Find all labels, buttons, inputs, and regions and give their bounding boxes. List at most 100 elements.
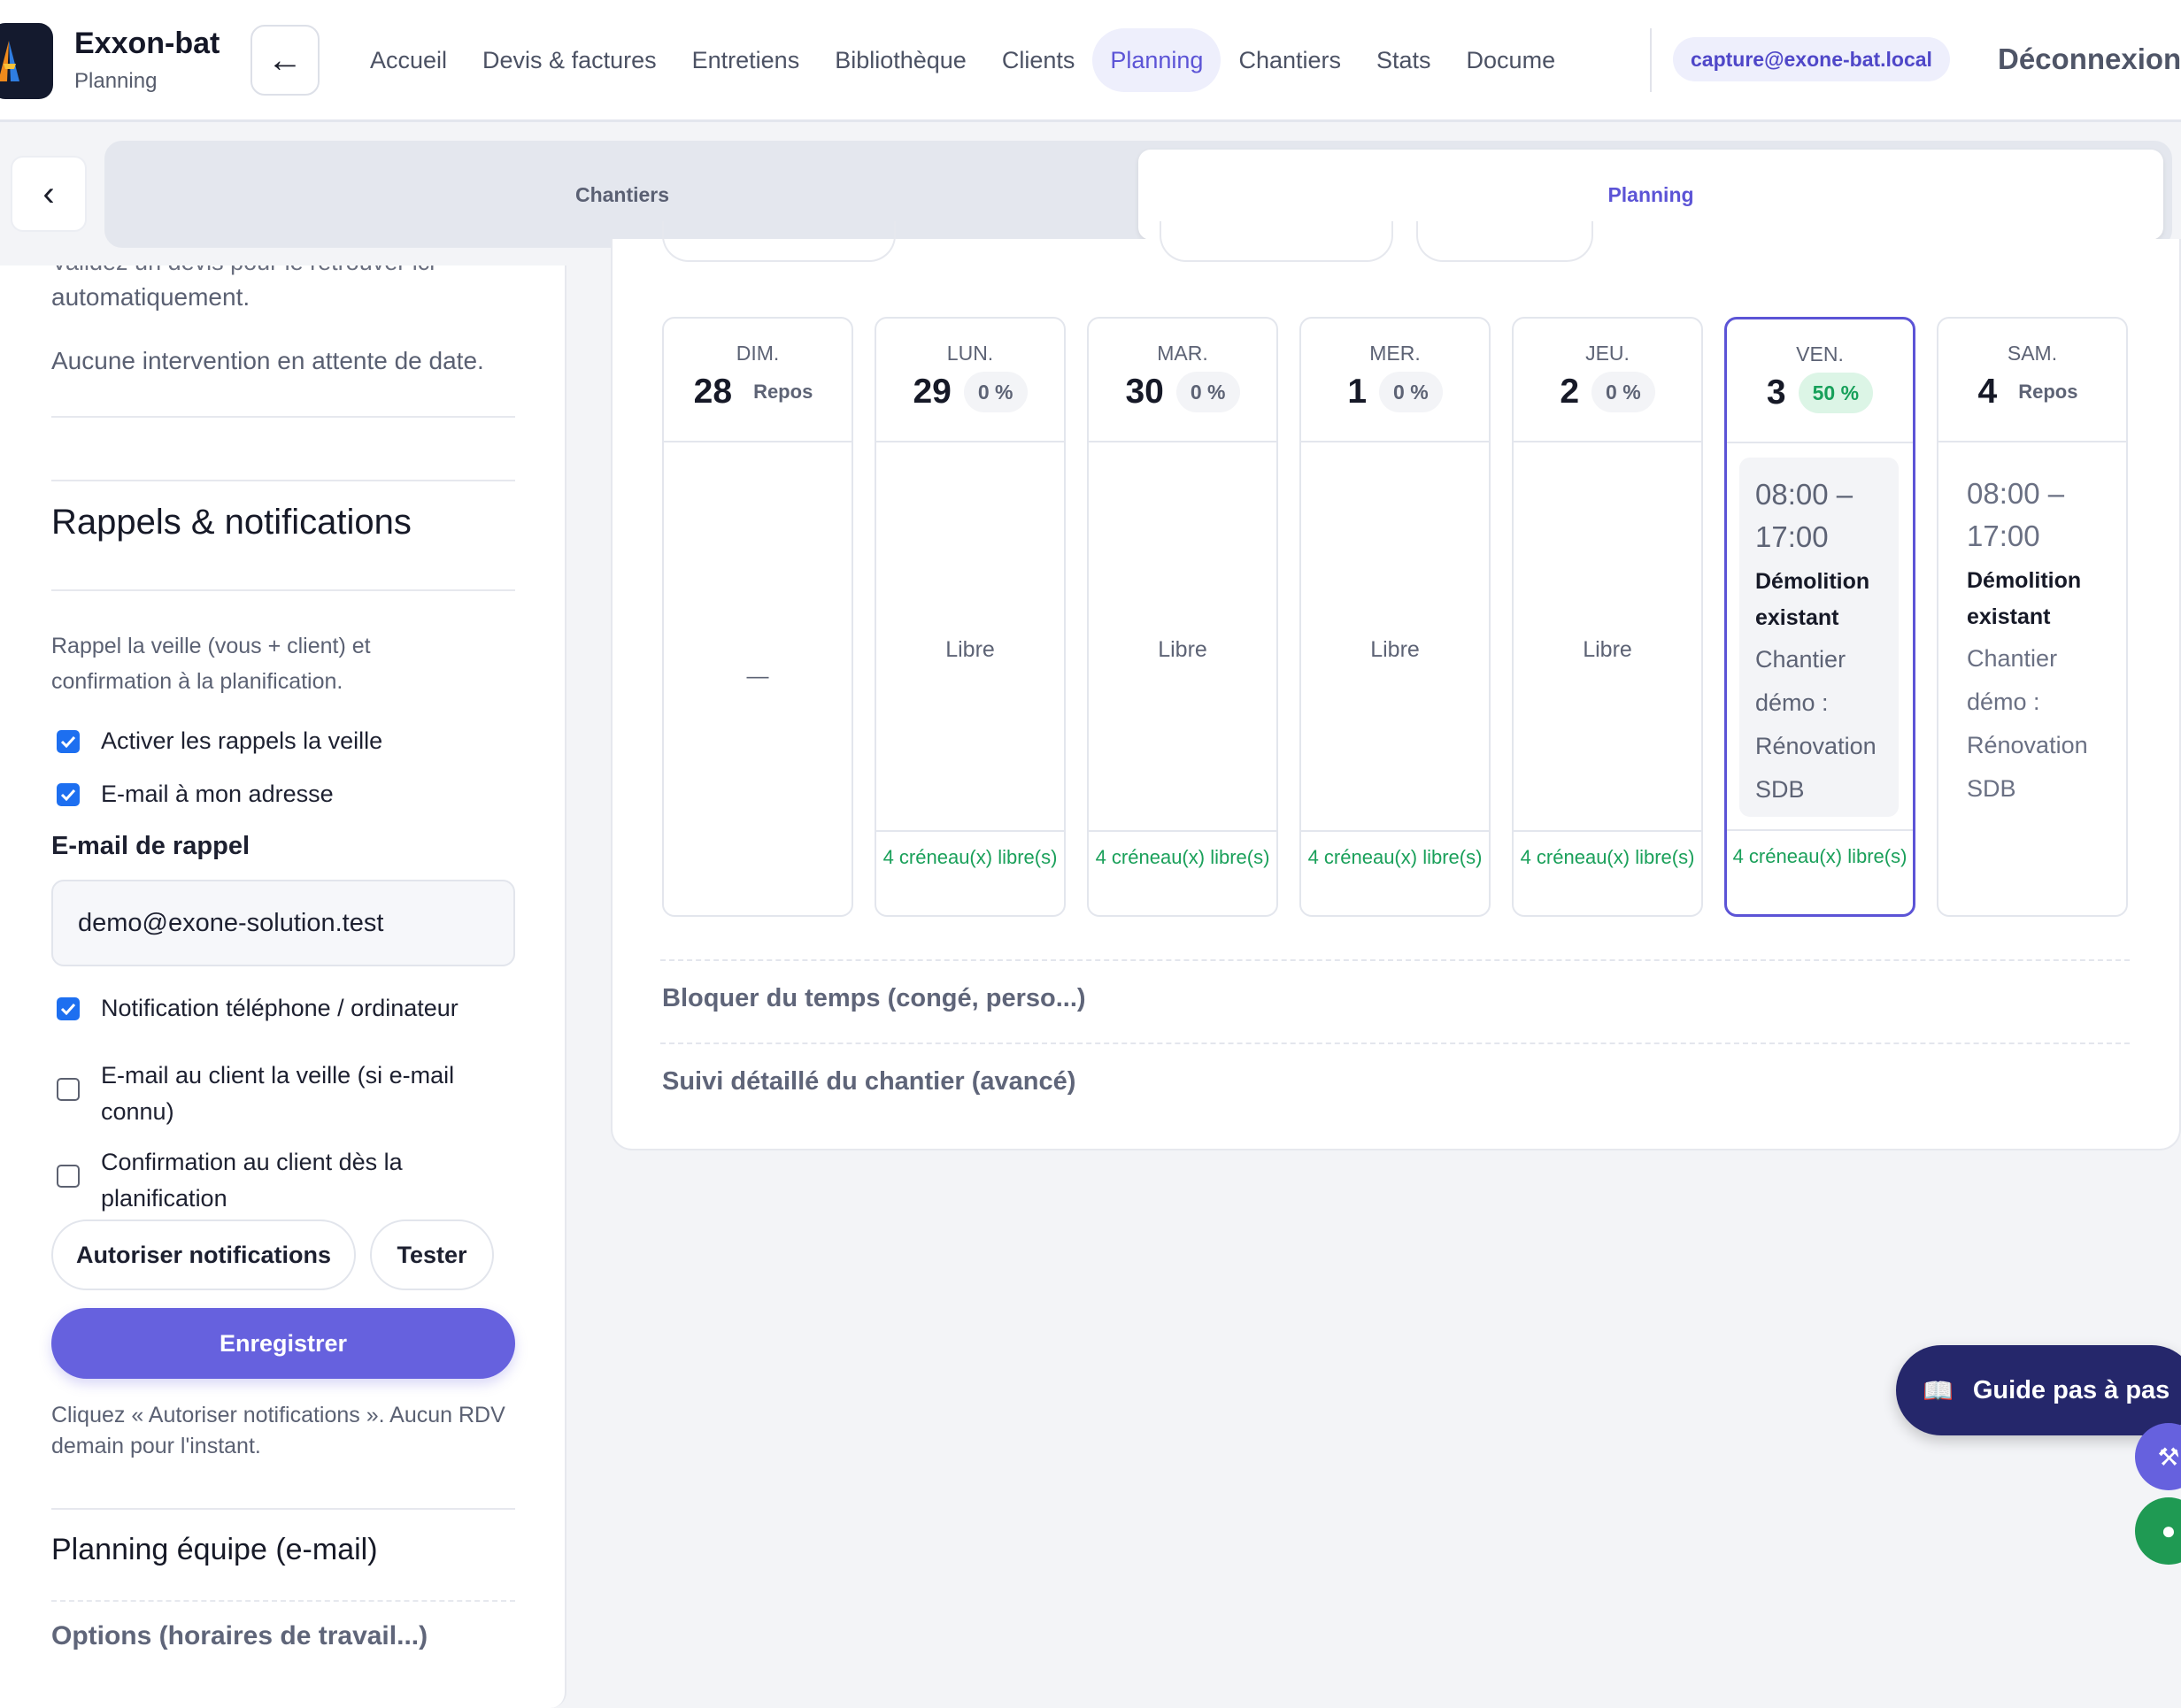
nav-clients[interactable]: Clients: [984, 28, 1093, 92]
day-free-text: Libre: [945, 637, 995, 662]
week-control-pill[interactable]: [662, 221, 896, 262]
test-button[interactable]: Tester: [370, 1219, 494, 1290]
day-load-badge: Repos: [753, 381, 813, 403]
day-free-text: Libre: [1158, 637, 1207, 662]
day-number: 3: [1766, 373, 1786, 412]
block-time-toggle[interactable]: Bloquer du temps (congé, perso...): [662, 984, 1086, 1013]
day-name: MAR.: [1157, 342, 1208, 365]
divider: [51, 1600, 515, 1602]
day-free-slots: 4 créneau(x) libre(s): [1089, 830, 1276, 915]
day-load-badge: 0 %: [963, 372, 1028, 412]
view-switcher: Chantiers Planning: [104, 141, 2172, 248]
day-name: DIM.: [736, 342, 780, 365]
divider: [51, 1508, 515, 1510]
chevron-left-icon: ‹: [42, 173, 55, 213]
detailed-follow-toggle[interactable]: Suivi détaillé du chantier (avancé): [662, 1067, 1075, 1096]
options-working-hours-toggle[interactable]: Options (horaires de travail...): [51, 1621, 428, 1651]
day-header: DIM. 28 Repos: [664, 319, 852, 442]
main-nav: Accueil Devis & factures Entretiens Bibl…: [352, 27, 1555, 94]
day-number: 1: [1347, 373, 1368, 411]
day-name: JEU.: [1585, 342, 1630, 365]
pending-hint-clipped: Validez un devis pour le retrouver ici a…: [51, 265, 512, 280]
day-column-sunday[interactable]: DIM. 28 Repos —: [662, 317, 853, 917]
day-header: VEN. 3 50 %: [1727, 319, 1913, 443]
week-control-pill[interactable]: [1416, 221, 1593, 262]
authorize-notifications-button[interactable]: Autoriser notifications: [51, 1219, 356, 1290]
day-header: LUN. 29 0 %: [876, 319, 1064, 442]
nav-divider: [1650, 28, 1652, 92]
checkbox-email-client-eve[interactable]: E-mail au client la veille (si e-mail co…: [57, 1060, 490, 1130]
checkbox-unchecked-icon[interactable]: [57, 1078, 80, 1101]
collapse-button[interactable]: ‹: [11, 156, 87, 232]
checkbox-checked-icon[interactable]: [57, 783, 80, 806]
day-name: MER.: [1369, 342, 1421, 365]
logout-button[interactable]: Déconnexion: [1998, 42, 2181, 76]
checkbox-label: Notification téléphone / ordinateur: [101, 995, 459, 1021]
divider: [660, 1042, 2130, 1044]
week-control-pill[interactable]: [1160, 221, 1393, 262]
day-header: MER. 1 0 %: [1301, 319, 1489, 442]
back-button[interactable]: ←: [250, 25, 320, 96]
app-subtitle: Planning: [74, 69, 158, 93]
checkbox-email-me[interactable]: E-mail à mon adresse: [57, 779, 490, 812]
left-panel: Validez un devis pour le retrouver ici a…: [0, 265, 566, 1708]
planned-event[interactable]: 08:00 – 17:00 Démolition existant Chanti…: [1951, 457, 2110, 816]
nav-planning[interactable]: Planning: [1092, 28, 1222, 92]
planned-event[interactable]: 08:00 – 17:00 Démolition existant Chanti…: [1739, 458, 1899, 817]
divider: [51, 480, 515, 481]
checkbox-label: Confirmation au client dès la planificat…: [101, 1149, 403, 1212]
day-column-wednesday[interactable]: MER. 1 0 % Libre 4 créneau(x) libre(s): [1299, 317, 1491, 917]
support-button[interactable]: ●: [2135, 1497, 2181, 1565]
pending-hint-text: Validez un devis pour le retrouver ici a…: [51, 265, 512, 280]
day-empty-text: —: [746, 664, 769, 689]
day-free-slots: 4 créneau(x) libre(s): [876, 830, 1064, 915]
day-column-thursday[interactable]: JEU. 2 0 % Libre 4 créneau(x) libre(s): [1512, 317, 1703, 917]
app-logo[interactable]: [0, 23, 53, 99]
day-number: 4: [1977, 373, 1998, 411]
checkbox-device-notification[interactable]: Notification téléphone / ordinateur: [57, 993, 490, 1027]
top-bar: Exxon-bat Planning ← Accueil Devis & fac…: [0, 0, 2181, 122]
checkbox-label: E-mail au client la veille (si e-mail co…: [101, 1062, 455, 1125]
day-free-text: Libre: [1583, 637, 1632, 662]
day-column-saturday[interactable]: SAM. 4 Repos 08:00 – 17:00 Démolition ex…: [1937, 317, 2128, 917]
checkbox-checked-icon[interactable]: [57, 730, 80, 753]
checkbox-label: Activer les rappels la veille: [101, 727, 383, 754]
user-email-badge[interactable]: capture@exone-bat.local: [1673, 37, 1950, 81]
nav-documents[interactable]: Docume: [1449, 28, 1555, 92]
nav-bibliotheque[interactable]: Bibliothèque: [817, 28, 984, 92]
day-load-badge: 50 %: [1798, 373, 1874, 413]
checkbox-checked-icon[interactable]: [57, 997, 80, 1020]
nav-devis-factures[interactable]: Devis & factures: [465, 28, 674, 92]
nav-chantiers[interactable]: Chantiers: [1221, 28, 1359, 92]
day-number: 2: [1560, 373, 1580, 411]
day-column-friday[interactable]: VEN. 3 50 % 08:00 – 17:00 Démolition exi…: [1724, 317, 1915, 917]
reminder-email-label: E-mail de rappel: [51, 832, 250, 860]
book-icon: 📖: [1923, 1376, 1954, 1404]
save-button[interactable]: Enregistrer: [51, 1308, 515, 1379]
nav-accueil[interactable]: Accueil: [352, 28, 465, 92]
day-load-badge: 0 %: [1379, 372, 1443, 412]
day-name: SAM.: [2007, 342, 2058, 365]
nav-entretiens[interactable]: Entretiens: [674, 28, 818, 92]
reminder-email-input[interactable]: [51, 880, 515, 966]
tab-chantiers[interactable]: Chantiers: [104, 150, 1140, 240]
team-planning-section[interactable]: Planning équipe (e-mail): [51, 1533, 378, 1567]
day-free-slots: 4 créneau(x) libre(s): [1301, 830, 1489, 915]
day-name: LUN.: [946, 342, 994, 365]
nav-stats[interactable]: Stats: [1359, 28, 1449, 92]
day-column-monday[interactable]: LUN. 29 0 % Libre 4 créneau(x) libre(s): [875, 317, 1066, 917]
divider: [51, 589, 515, 591]
tools-icon: ⚒: [2157, 1443, 2180, 1471]
day-header: JEU. 2 0 %: [1514, 319, 1701, 442]
day-free-slots: 4 créneau(x) libre(s): [1727, 829, 1913, 914]
checkbox-unchecked-icon[interactable]: [57, 1165, 80, 1188]
checkbox-confirm-client[interactable]: Confirmation au client dès la planificat…: [57, 1147, 490, 1217]
step-by-step-guide-button[interactable]: 📖 Guide pas à pas: [1896, 1345, 2181, 1435]
guide-label: Guide pas à pas: [1972, 1375, 2170, 1404]
pending-hint-visible: automatiquement.: [51, 283, 250, 311]
checkbox-enable-reminders[interactable]: Activer les rappels la veille: [57, 726, 490, 759]
divider: [660, 959, 2130, 961]
event-description: Chantier démo : Rénovation SDB: [1755, 646, 1877, 803]
event-title: Démolition existant: [1967, 568, 2082, 629]
day-column-tuesday[interactable]: MAR. 30 0 % Libre 4 créneau(x) libre(s): [1087, 317, 1278, 917]
